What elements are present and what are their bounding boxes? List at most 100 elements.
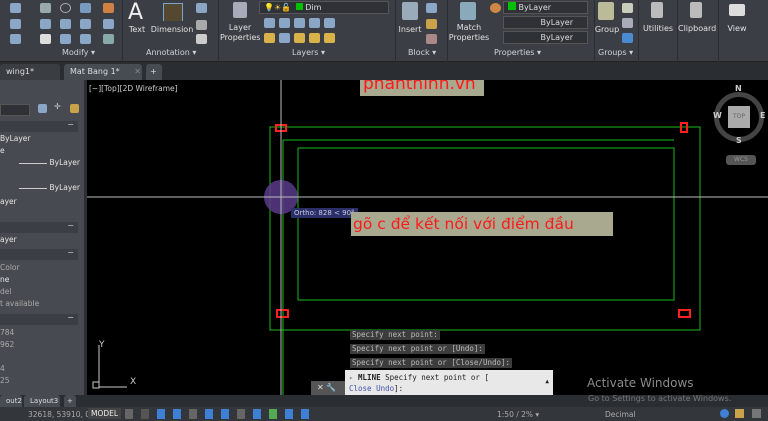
view-button[interactable]: View (720, 24, 754, 34)
compass-w[interactable]: W (713, 111, 722, 120)
tool-icon[interactable] (10, 3, 21, 13)
compass-e[interactable]: E (760, 111, 765, 120)
polar-icon[interactable] (173, 409, 181, 419)
panel-properties[interactable]: Properties ▾ (494, 48, 541, 57)
trim-icon[interactable] (80, 3, 91, 13)
section-header[interactable]: − (0, 248, 78, 260)
move-icon[interactable] (40, 3, 51, 13)
utilities-button[interactable]: Utilities (640, 24, 676, 34)
block-tool-icon[interactable] (426, 34, 437, 44)
array-icon[interactable] (80, 34, 91, 44)
ortho-icon[interactable] (157, 409, 165, 419)
layer-tool-icon[interactable] (279, 18, 290, 28)
rotate-icon[interactable] (60, 3, 71, 13)
selection-dropdown[interactable] (0, 104, 30, 116)
color-dropdown[interactable]: ByLayer (503, 1, 588, 14)
clipboard-button[interactable]: Clipboard (678, 24, 716, 34)
osnap-icon[interactable] (221, 409, 229, 419)
tab-drawing1[interactable]: wing1* (0, 64, 60, 80)
group-tool-icon[interactable] (622, 33, 633, 43)
match-properties-button[interactable]: Match Properties (448, 23, 490, 43)
close-icon[interactable]: ✕ (317, 383, 324, 392)
selection-cycling-icon[interactable] (269, 409, 277, 419)
hardware-accel-icon[interactable] (735, 409, 744, 418)
layer-tool-icon[interactable] (324, 33, 335, 43)
panel-layers[interactable]: Layers ▾ (292, 48, 325, 57)
layer-tool-icon[interactable] (309, 18, 320, 28)
tab-layout2[interactable]: out2 (0, 395, 22, 407)
select-objects-icon[interactable] (38, 104, 47, 113)
text-icon[interactable]: A (128, 0, 143, 25)
pickadd-icon[interactable]: ✛ (54, 102, 61, 111)
lineweight-icon[interactable] (237, 409, 245, 419)
close-icon[interactable]: ✕ (134, 67, 141, 76)
layer-tool-icon[interactable] (279, 33, 290, 43)
transparency-icon[interactable] (253, 409, 261, 419)
panel-groups[interactable]: Groups ▾ (598, 48, 633, 57)
layer-tool-icon[interactable] (264, 18, 275, 28)
fullscreen-icon[interactable] (752, 409, 761, 418)
offset-icon[interactable] (103, 34, 114, 44)
viewcube-top[interactable]: TOP (728, 106, 750, 128)
layer-tool-icon[interactable] (324, 18, 335, 28)
panel-annotation[interactable]: Annotation ▾ (146, 48, 196, 57)
model-space-button[interactable]: MODEL (88, 408, 122, 419)
tab-mat-bang[interactable]: Mat Bang 1* ✕ (64, 64, 142, 80)
lineweight-dropdown[interactable]: ByLayer (503, 31, 588, 44)
grid-icon[interactable] (125, 409, 133, 419)
copy-icon[interactable] (40, 19, 51, 29)
table-icon[interactable] (196, 34, 207, 44)
panel-modify[interactable]: Modify ▾ (62, 48, 95, 57)
linear-dim-icon[interactable] (196, 3, 207, 13)
annotation-visibility-icon[interactable] (301, 409, 309, 419)
new-tab-button[interactable]: + (146, 64, 162, 80)
group-tool-icon[interactable] (622, 18, 633, 28)
tool-icon[interactable] (10, 34, 21, 44)
option-undo[interactable]: Undo (376, 384, 394, 393)
layer-tool-icon[interactable] (264, 33, 275, 43)
wcs-menu[interactable]: WCS (726, 155, 756, 165)
object-snap-tracking-icon[interactable] (205, 409, 213, 419)
layer-tool-icon[interactable] (294, 18, 305, 28)
customize-icon[interactable]: 🔧 (326, 383, 336, 392)
scale-icon[interactable] (60, 34, 71, 44)
tab-layout3[interactable]: Layout3 (24, 395, 60, 407)
text-button[interactable]: Text (124, 25, 150, 35)
layer-dropdown[interactable]: 💡☀🔓 Dim (259, 1, 389, 14)
isolate-icon[interactable] (720, 409, 729, 418)
explode-icon[interactable] (103, 19, 114, 29)
leader-icon[interactable] (196, 20, 207, 30)
group-button[interactable]: Group (594, 25, 620, 35)
general-header[interactable]: − (0, 120, 78, 132)
annotation-scale[interactable]: 1:50 / 2% ▾ (497, 410, 539, 419)
layer-tool-icon[interactable] (294, 33, 305, 43)
stretch-icon[interactable] (40, 34, 51, 44)
group-tool-icon[interactable] (622, 3, 633, 13)
compass-n[interactable]: N (735, 84, 742, 93)
block-tool-icon[interactable] (426, 3, 437, 13)
dimension-button[interactable]: Dimension (150, 25, 194, 35)
fillet-icon[interactable] (80, 19, 91, 29)
3d-osnap-icon[interactable] (285, 409, 293, 419)
mirror-icon[interactable] (60, 19, 71, 29)
command-input[interactable]: ▸ MLINE Specify next point or [ Close Un… (345, 370, 553, 395)
units-dropdown[interactable]: Decimal (605, 410, 636, 419)
section-header[interactable]: − (0, 221, 78, 233)
layer-properties-button[interactable]: Layer Properties (220, 23, 260, 43)
quick-select-icon[interactable] (70, 104, 79, 113)
history-arrow-icon[interactable]: ▲ (545, 376, 549, 387)
erase-icon[interactable] (103, 3, 114, 13)
linetype-dropdown[interactable]: ByLayer (503, 16, 588, 29)
add-layout-button[interactable]: + (64, 395, 76, 407)
panel-block[interactable]: Block ▾ (408, 48, 436, 57)
compass-s[interactable]: S (736, 136, 742, 145)
geometry-header[interactable]: − (0, 313, 78, 325)
tool-icon[interactable] (10, 19, 21, 29)
option-close[interactable]: Close (349, 384, 372, 393)
layer-tool-icon[interactable] (309, 33, 320, 43)
drawing-viewport[interactable]: [−][Top][2D Wireframe] Y X phanthinh.vn … (87, 80, 768, 395)
insert-button[interactable]: Insert (398, 25, 422, 35)
snap-icon[interactable] (141, 409, 149, 419)
isodraft-icon[interactable] (189, 409, 197, 419)
block-tool-icon[interactable] (426, 19, 437, 29)
